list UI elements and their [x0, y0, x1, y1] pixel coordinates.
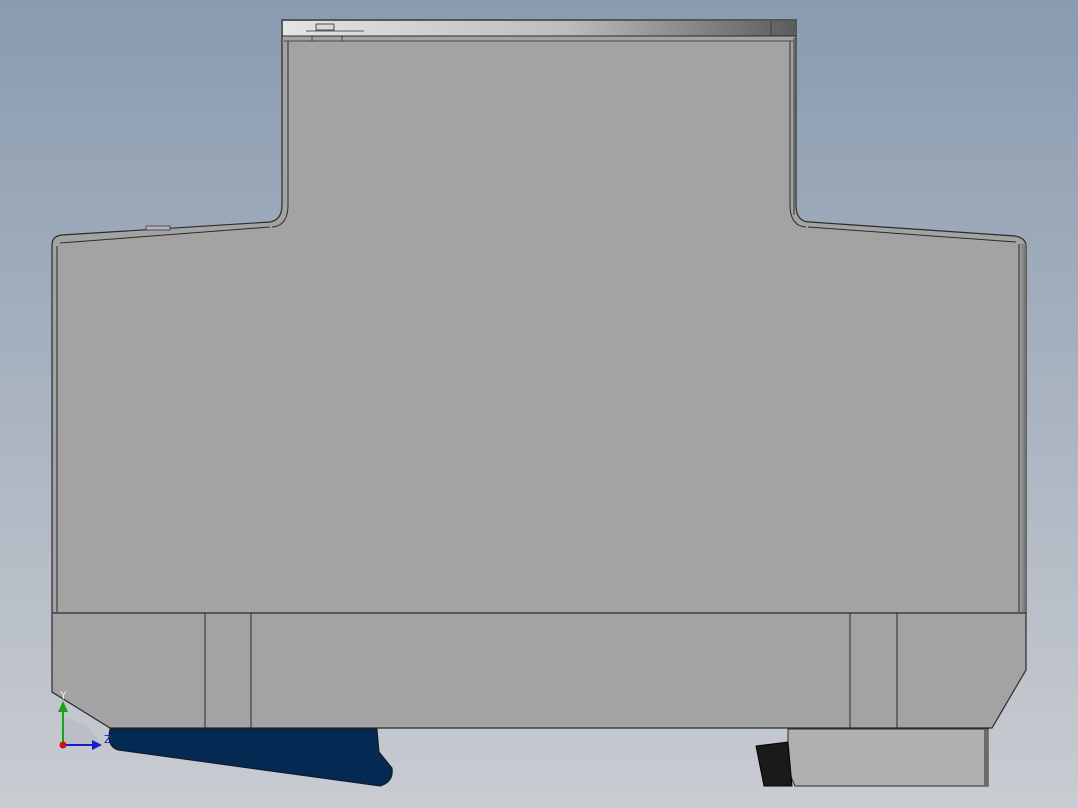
triad-z-label: Z: [104, 733, 112, 746]
right-foot[interactable]: [787, 728, 989, 787]
top-cap-tab: [315, 23, 335, 31]
cad-graphics-viewport[interactable]: Y Z: [0, 0, 1078, 808]
left-shoulder-tab: [145, 225, 171, 231]
right-foot-edge-shade: [984, 730, 988, 785]
model-view-canvas[interactable]: Y Z: [0, 0, 1078, 808]
triad-y-label: Y: [59, 689, 67, 702]
right-side-shade: [1019, 244, 1026, 612]
top-cap-strip: [283, 21, 795, 36]
triad-origin: [59, 741, 67, 749]
